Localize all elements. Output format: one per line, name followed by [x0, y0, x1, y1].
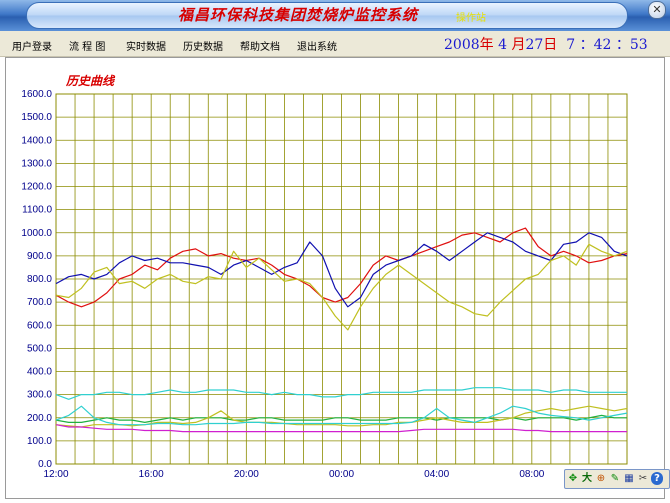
x-tick-label: 16:00 — [139, 469, 164, 480]
y-tick-label: 800.0 — [27, 274, 52, 285]
y-tick-label: 1100.0 — [22, 205, 52, 216]
y-tick-label: 1300.0 — [21, 158, 52, 169]
y-tick-label: 1500.0 — [21, 112, 52, 123]
x-tick-label: 04:00 — [424, 469, 449, 480]
y-tick-label: 100.0 — [27, 436, 52, 447]
y-tick-label: 300.0 — [27, 390, 52, 401]
x-tick-label: 12:00 — [43, 469, 68, 480]
y-tick-label: 1400.0 — [21, 135, 52, 146]
y-tick-label: 200.0 — [27, 413, 52, 424]
settings-icon[interactable]: ✂ — [637, 472, 649, 485]
pen-icon[interactable]: ✎ — [609, 472, 621, 485]
zoom-region-icon[interactable]: ⊕ — [595, 472, 607, 485]
y-tick-label: 900.0 — [27, 251, 52, 262]
y-tick-label: 600.0 — [27, 320, 52, 331]
chart-toolbar: ✥ 大 ⊕ ✎ ▦ ✂ ? — [564, 469, 670, 489]
print-icon[interactable]: ▦ — [623, 472, 635, 485]
x-tick-label: 08:00 — [519, 469, 544, 480]
zoom-in-icon[interactable]: 大 — [581, 472, 593, 485]
chart-title: 历史曲线 — [66, 74, 115, 88]
help-icon[interactable]: ? — [651, 472, 663, 485]
x-tick-label: 00:00 — [329, 469, 354, 480]
y-tick-label: 1200.0 — [21, 182, 52, 193]
y-tick-label: 1000.0 — [21, 228, 52, 239]
move-icon[interactable]: ✥ — [567, 472, 579, 485]
y-tick-label: 500.0 — [27, 343, 52, 354]
x-tick-label: 20:00 — [234, 469, 259, 480]
y-tick-label: 700.0 — [27, 297, 52, 308]
y-tick-label: 1600.0 — [21, 89, 52, 100]
y-tick-label: 400.0 — [27, 367, 52, 378]
